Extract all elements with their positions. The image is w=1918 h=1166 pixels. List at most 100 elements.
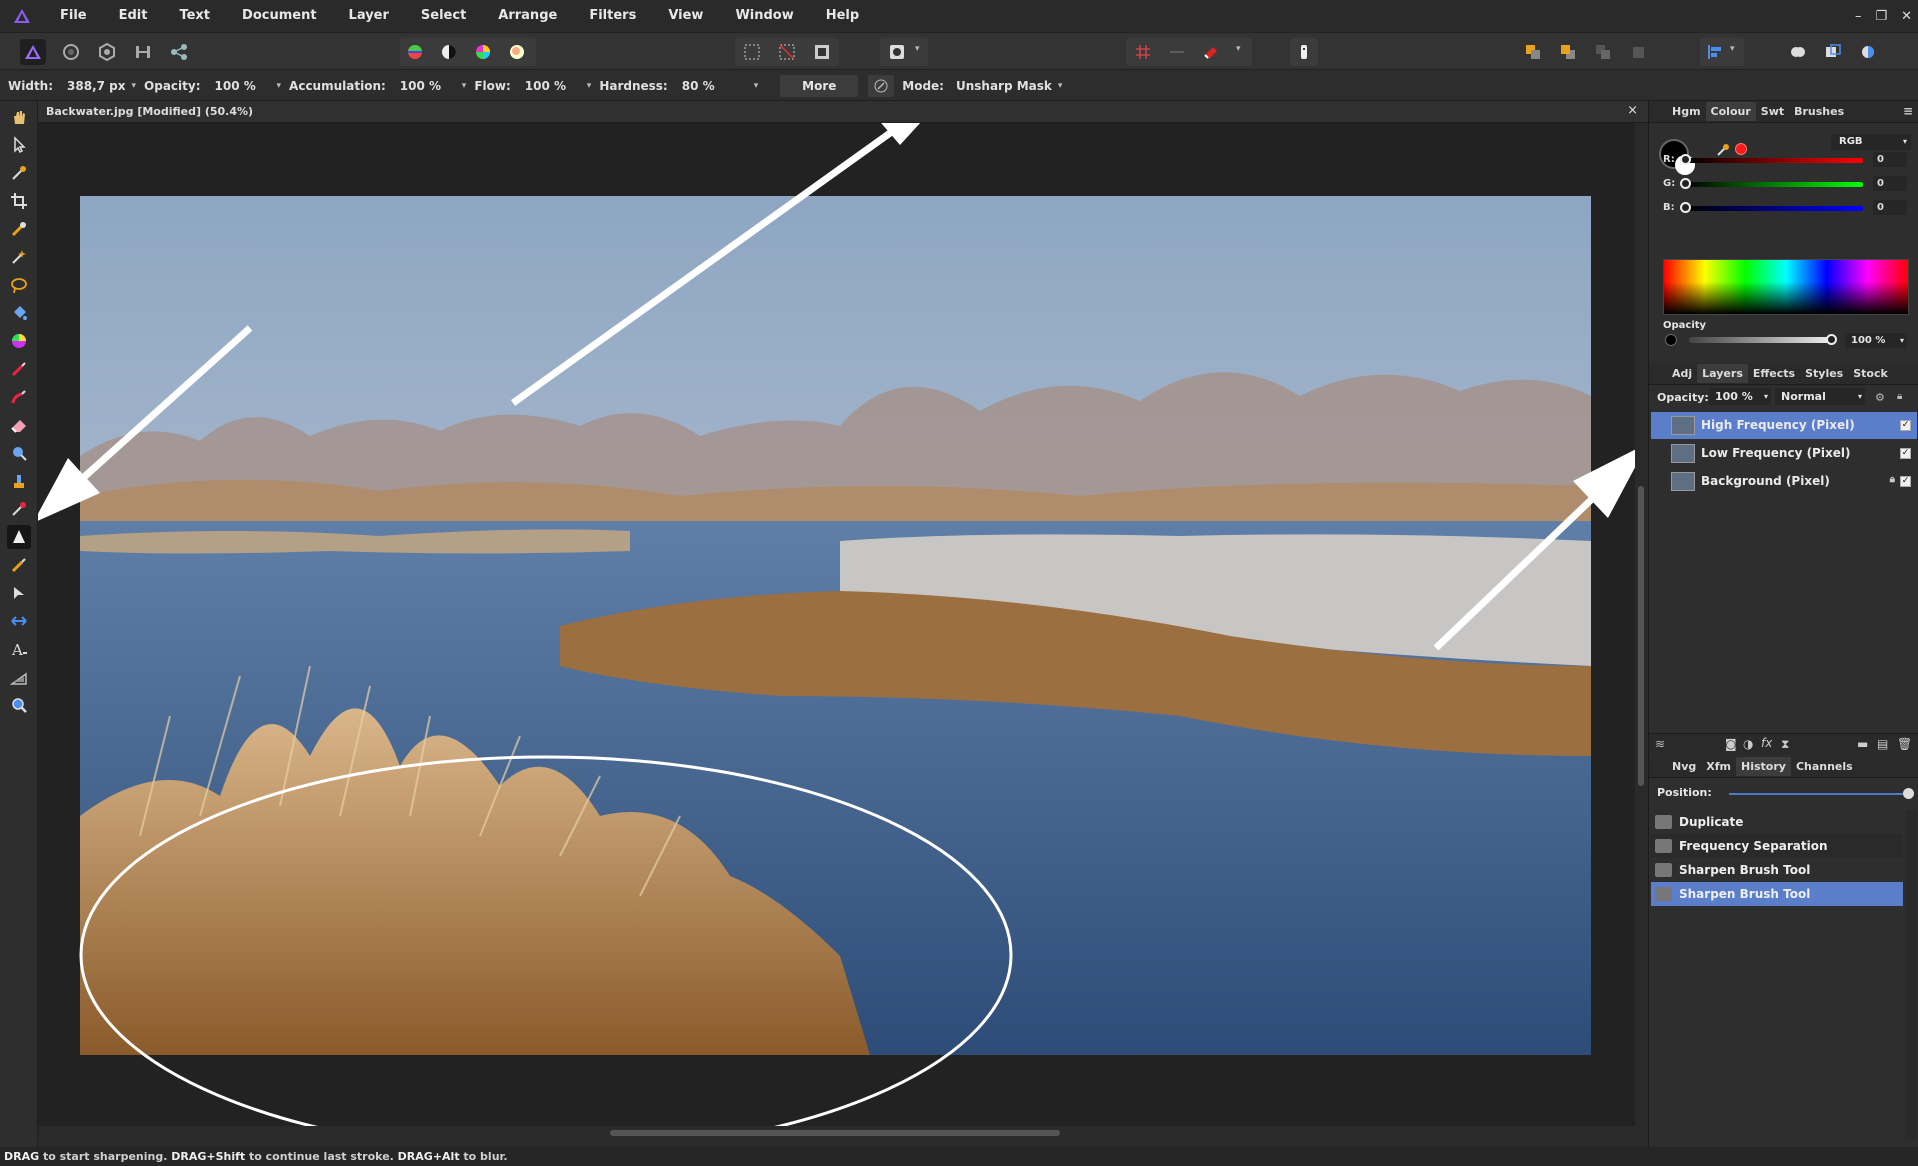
quick-mask-icon[interactable]	[884, 39, 910, 65]
hand-tool-icon[interactable]	[7, 105, 31, 129]
horizontal-scrollbar[interactable]	[38, 1126, 1648, 1139]
quick-mask-dropdown-icon[interactable]: ▾	[915, 44, 920, 54]
tab-colour[interactable]: Colour	[1705, 102, 1756, 121]
shape-tool-icon[interactable]	[7, 665, 31, 689]
menu-text[interactable]: Text	[163, 0, 226, 32]
arrange-bottom-icon[interactable]	[1625, 39, 1651, 65]
document-tab[interactable]: Backwater.jpg [Modified] (50.4%) ×	[38, 101, 1648, 123]
photo-persona-icon[interactable]	[20, 39, 46, 65]
dodge-brush-tool-icon[interactable]	[7, 441, 31, 465]
accumulation-field[interactable]: 100 %	[400, 79, 456, 93]
green-value[interactable]: 0	[1873, 176, 1907, 191]
invert-selection-icon[interactable]	[809, 39, 835, 65]
layer-locked-icon[interactable]: 🔒︎	[1890, 474, 1895, 485]
restore-button[interactable]: ❐	[1875, 9, 1887, 24]
colour-opacity-field[interactable]: 100 % ▾	[1845, 333, 1907, 348]
red-value[interactable]: 0	[1873, 152, 1907, 167]
auto-colours-icon[interactable]	[470, 39, 496, 65]
brush-icon[interactable]	[868, 74, 895, 97]
clone-brush-tool-icon[interactable]	[7, 469, 31, 493]
red-slider[interactable]: R: 0	[1663, 152, 1913, 168]
history-item-frequency-separation[interactable]: Frequency Separation	[1651, 834, 1903, 858]
menu-layer[interactable]: Layer	[333, 0, 405, 32]
hardness-dropdown-icon[interactable]: ▾	[754, 81, 759, 91]
blue-knob[interactable]	[1680, 202, 1691, 213]
flood-fill-tool-icon[interactable]	[7, 301, 31, 325]
arrange-front-icon[interactable]	[1590, 39, 1616, 65]
history-item-sharpen-brush-1[interactable]: Sharpen Brush Tool	[1651, 858, 1903, 882]
boolean-add-icon[interactable]	[1785, 39, 1811, 65]
flow-dropdown-icon[interactable]: ▾	[587, 81, 592, 91]
layer-visibility-checkbox[interactable]: ✓	[1900, 476, 1911, 487]
arrange-forward-icon[interactable]	[1555, 39, 1581, 65]
context-help-icon[interactable]	[1291, 39, 1317, 65]
green-slider[interactable]: G: 0	[1663, 176, 1913, 192]
selection-brush-tool-icon[interactable]	[7, 217, 31, 241]
tab-styles[interactable]: Styles	[1800, 364, 1848, 383]
more-button[interactable]: More	[780, 74, 859, 97]
add-layer-icon[interactable]: ▤	[1877, 737, 1888, 751]
mode-select[interactable]: Unsharp Mask	[956, 79, 1052, 93]
layer-stack-icon[interactable]: ≋	[1655, 737, 1665, 751]
artistic-text-tool-icon[interactable]: A	[7, 637, 31, 661]
menu-edit[interactable]: Edit	[103, 0, 164, 32]
tab-history[interactable]: History	[1736, 757, 1791, 776]
tab-effects[interactable]: Effects	[1748, 364, 1800, 383]
mask-layer-icon[interactable]: ◙	[1725, 737, 1737, 751]
vertical-scroll-thumb[interactable]	[1638, 486, 1644, 786]
tab-channels[interactable]: Channels	[1791, 757, 1858, 776]
tab-brushes[interactable]: Brushes	[1789, 102, 1849, 121]
tab-navigator[interactable]: Nvg	[1667, 757, 1701, 776]
move-tool-icon[interactable]	[7, 133, 31, 157]
crop-tool-icon[interactable]	[7, 189, 31, 213]
tab-adjustments[interactable]: Adj	[1667, 364, 1697, 383]
blemish-removal-tool-icon[interactable]	[7, 497, 31, 521]
menu-filters[interactable]: Filters	[573, 0, 652, 32]
delete-layer-icon[interactable]: 🗑︎	[1897, 737, 1912, 751]
history-item-sharpen-brush-2[interactable]: Sharpen Brush Tool	[1651, 882, 1903, 906]
accumulation-dropdown-icon[interactable]: ▾	[462, 81, 467, 91]
grid-icon[interactable]	[1130, 39, 1156, 65]
hardness-field[interactable]: 80 %	[682, 79, 748, 93]
live-filter-icon[interactable]: ⧗	[1781, 737, 1789, 752]
layer-row-high-frequency[interactable]: High Frequency (Pixel) ✓	[1651, 412, 1917, 439]
vertical-scrollbar[interactable]	[1635, 123, 1648, 1126]
layer-row-background[interactable]: Background (Pixel) 🔒︎ ✓	[1651, 468, 1917, 495]
select-all-icon[interactable]	[739, 39, 765, 65]
mesh-warp-tool-icon[interactable]	[7, 609, 31, 633]
fx-icon[interactable]: fx	[1761, 736, 1772, 750]
paint-brush-tool-icon[interactable]	[7, 357, 31, 381]
layer-row-low-frequency[interactable]: Low Frequency (Pixel) ✓	[1651, 440, 1917, 467]
guides-icon[interactable]	[1164, 39, 1190, 65]
menu-arrange[interactable]: Arrange	[482, 0, 573, 32]
adjustment-layer-icon[interactable]: ◑	[1743, 737, 1753, 751]
menu-view[interactable]: View	[652, 0, 719, 32]
tab-swatches[interactable]: Swt	[1756, 102, 1789, 121]
panel-menu-icon[interactable]: ≡	[1903, 104, 1913, 118]
menu-window[interactable]: Window	[719, 0, 809, 32]
erase-brush-tool-icon[interactable]	[7, 413, 31, 437]
minimize-button[interactable]: –	[1855, 9, 1862, 24]
arrange-back-icon[interactable]	[1520, 39, 1546, 65]
zoom-tool-icon[interactable]	[7, 693, 31, 717]
tab-layers[interactable]: Layers	[1697, 364, 1748, 383]
sharpen-brush-tool-icon[interactable]	[7, 525, 31, 549]
align-icon[interactable]	[1702, 39, 1728, 65]
smudge-brush-tool-icon[interactable]	[7, 553, 31, 577]
close-window-button[interactable]: ✕	[1901, 9, 1912, 24]
history-scrollbar[interactable]	[1905, 810, 1917, 1140]
history-item-duplicate[interactable]: Duplicate	[1651, 810, 1903, 834]
tab-stock[interactable]: Stock	[1848, 364, 1893, 383]
flood-select-tool-icon[interactable]	[7, 245, 31, 269]
canvas-area[interactable]	[38, 123, 1635, 1126]
layer-settings-icon[interactable]: ⚙	[1875, 391, 1885, 404]
close-document-icon[interactable]: ×	[1627, 103, 1638, 118]
affinity-photo-logo-icon[interactable]	[0, 0, 44, 32]
pen-tool-icon[interactable]	[7, 581, 31, 605]
gradient-tool-icon[interactable]	[7, 329, 31, 353]
opacity-knob[interactable]	[1826, 334, 1837, 345]
auto-levels-icon[interactable]	[402, 39, 428, 65]
width-dropdown-icon[interactable]: ▾	[132, 81, 137, 91]
auto-contrast-icon[interactable]	[436, 39, 462, 65]
blue-slider[interactable]: B: 0	[1663, 200, 1913, 216]
